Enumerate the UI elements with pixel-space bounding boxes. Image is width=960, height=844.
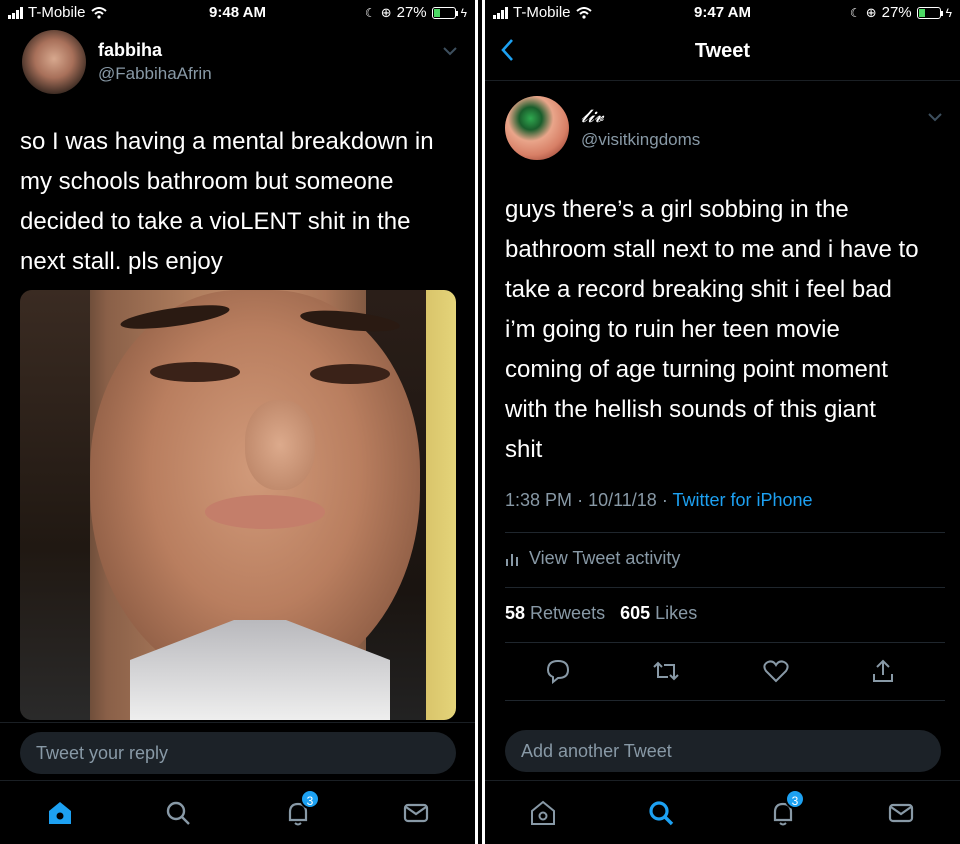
status-bar: T-Mobile 9:47 AM ☾ ⊕ 27% ϟ bbox=[485, 0, 960, 26]
author-handle[interactable]: @FabbihaAfrin bbox=[98, 64, 212, 84]
tweet-line: shit bbox=[505, 436, 543, 463]
meta-dot: · bbox=[577, 490, 589, 510]
mail-icon bbox=[888, 803, 914, 823]
author-name[interactable]: 𝓵𝓲𝓿 bbox=[581, 106, 604, 127]
view-activity-button[interactable]: View Tweet activity bbox=[505, 548, 680, 569]
tweet-line: coming of age turning point moment bbox=[505, 356, 888, 383]
charging-icon: ϟ bbox=[945, 5, 952, 20]
tweet-line: my schools bathroom but someone bbox=[20, 168, 394, 195]
add-tweet-input[interactable]: Add another Tweet bbox=[505, 730, 941, 772]
mail-icon bbox=[403, 803, 429, 823]
meta-dot: · bbox=[661, 490, 673, 510]
share-button[interactable] bbox=[868, 656, 898, 686]
status-right: ☾ ⊕ 27% ϟ bbox=[850, 4, 952, 21]
author-avatar[interactable] bbox=[505, 96, 569, 160]
home-icon bbox=[531, 800, 555, 825]
tab-notifications[interactable]: 3 bbox=[278, 789, 320, 831]
tweet-line: so I was having a mental breakdown in bbox=[20, 128, 434, 155]
tweet-line: next stall. pls enjoy bbox=[20, 248, 223, 275]
reply-icon bbox=[546, 659, 570, 684]
left-screenshot: T-Mobile 9:48 AM ☾ ⊕ 27% ϟ fabbiha @Fabb… bbox=[0, 0, 475, 844]
divider bbox=[505, 642, 945, 643]
tweet-line: bathroom stall next to me and i have to bbox=[505, 236, 919, 263]
page-title: Tweet bbox=[694, 40, 751, 62]
alarm-icon: ☾ bbox=[849, 5, 861, 20]
notification-badge: 3 bbox=[785, 789, 805, 809]
reply-input[interactable]: Tweet your reply bbox=[20, 732, 456, 774]
share-icon bbox=[873, 659, 893, 682]
likes-label[interactable]: Likes bbox=[655, 603, 697, 623]
rotation-lock-icon: ⊕ bbox=[380, 4, 392, 20]
rotation-lock-icon: ⊕ bbox=[865, 4, 877, 20]
status-right: ☾ ⊕ 27% ϟ bbox=[365, 4, 467, 21]
charging-icon: ϟ bbox=[460, 5, 467, 20]
notification-badge: 3 bbox=[300, 789, 320, 809]
battery-icon bbox=[916, 6, 943, 19]
tweet-line: take a record breaking shit i feel bad bbox=[505, 276, 892, 303]
tweet-line: with the hellish sounds of this giant bbox=[505, 396, 876, 423]
like-count[interactable]: 605 bbox=[620, 603, 650, 623]
search-icon bbox=[649, 801, 674, 826]
divider bbox=[505, 700, 945, 701]
status-bar: T-Mobile 9:48 AM ☾ ⊕ 27% ϟ bbox=[0, 0, 475, 26]
media-hair-left bbox=[20, 290, 90, 720]
like-button[interactable] bbox=[761, 656, 791, 686]
tab-bar: 3 bbox=[0, 780, 475, 844]
tab-messages[interactable] bbox=[881, 795, 921, 831]
tweet-actions bbox=[485, 656, 960, 686]
author-avatar[interactable] bbox=[22, 30, 86, 94]
tweet-line: guys there’s a girl sobbing in the bbox=[505, 196, 849, 223]
media-lips bbox=[205, 495, 325, 529]
nav-divider bbox=[485, 80, 960, 81]
heart-icon bbox=[763, 660, 789, 683]
activity-chart-icon bbox=[506, 553, 518, 566]
chevron-down-icon[interactable] bbox=[442, 46, 458, 56]
tweet-media-video[interactable] bbox=[20, 290, 456, 720]
retweet-icon bbox=[653, 661, 679, 681]
tab-notifications[interactable]: 3 bbox=[763, 789, 805, 831]
screenshot-divider bbox=[475, 0, 485, 844]
tab-home[interactable] bbox=[40, 795, 80, 831]
divider bbox=[505, 532, 945, 533]
tweet-stats: 58 Retweets 605 Likes bbox=[505, 603, 697, 624]
tweet-source-link[interactable]: Twitter for iPhone bbox=[672, 490, 812, 510]
tweet-meta: 1:38 PM · 10/11/18 · Twitter for iPhone bbox=[505, 490, 813, 511]
tab-search[interactable] bbox=[641, 795, 681, 831]
divider bbox=[505, 587, 945, 588]
tweet-line: i’m going to ruin her teen movie bbox=[505, 316, 840, 343]
retweet-count[interactable]: 58 bbox=[505, 603, 525, 623]
composer-divider bbox=[0, 722, 475, 723]
tweet-body: so I was having a mental breakdown in my… bbox=[20, 122, 434, 282]
right-screenshot: T-Mobile 9:47 AM ☾ ⊕ 27% ϟ Tweet 𝓵𝓲𝓿 @vi… bbox=[485, 0, 960, 844]
home-icon bbox=[49, 802, 71, 824]
tab-bar: 3 bbox=[485, 780, 960, 844]
tab-home[interactable] bbox=[523, 795, 563, 831]
reply-button[interactable] bbox=[543, 656, 573, 686]
search-icon bbox=[166, 801, 190, 825]
battery-percent: 27% bbox=[396, 4, 427, 21]
tweet-body: guys there’s a girl sobbing in the bathr… bbox=[505, 190, 919, 470]
author-name[interactable]: fabbiha bbox=[98, 40, 162, 61]
next-tweet-preview bbox=[505, 712, 945, 720]
media-eye-left bbox=[150, 362, 240, 382]
media-nose bbox=[245, 400, 315, 490]
tweet-date: 10/11/18 bbox=[588, 490, 657, 510]
battery-icon bbox=[431, 6, 458, 19]
tab-messages[interactable] bbox=[396, 795, 436, 831]
retweets-label[interactable]: Retweets bbox=[530, 603, 605, 623]
retweet-button[interactable] bbox=[651, 656, 681, 686]
tab-search[interactable] bbox=[158, 795, 198, 831]
author-handle[interactable]: @visitkingdoms bbox=[581, 130, 700, 150]
tweet-line: decided to take a vioLENT shit in the bbox=[20, 208, 411, 235]
media-eye-right bbox=[310, 364, 390, 384]
activity-label: View Tweet activity bbox=[529, 548, 681, 568]
alarm-icon: ☾ bbox=[364, 5, 376, 20]
tweet-time: 1:38 PM bbox=[505, 490, 573, 510]
chevron-down-icon[interactable] bbox=[927, 112, 943, 122]
battery-percent: 27% bbox=[881, 4, 912, 21]
